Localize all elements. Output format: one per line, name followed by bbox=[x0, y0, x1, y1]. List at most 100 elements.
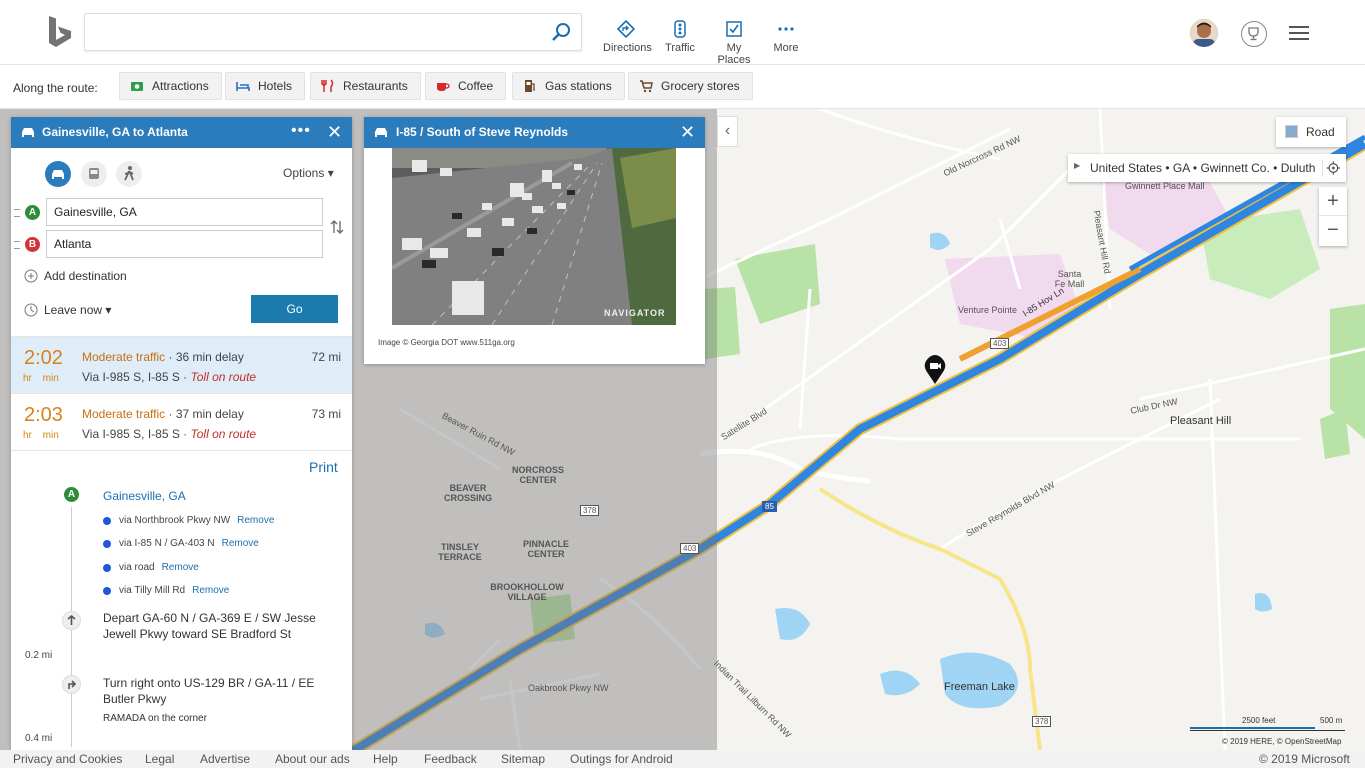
locate-me-icon[interactable] bbox=[1322, 159, 1340, 177]
chip-coffee[interactable]: Coffee bbox=[425, 72, 507, 100]
map-thumbnail-icon bbox=[1285, 125, 1298, 138]
traffic-level: Moderate traffic bbox=[82, 407, 166, 421]
remove-via-link[interactable]: Remove bbox=[237, 515, 274, 526]
footer-link[interactable]: Sitemap bbox=[501, 752, 545, 766]
drag-handle-icon[interactable] bbox=[14, 209, 20, 217]
arrow-up-icon bbox=[62, 611, 81, 630]
bed-icon bbox=[236, 82, 250, 91]
map-label-beaver-crossing: BEAVER CROSSING bbox=[443, 483, 492, 503]
map-style-label: Road bbox=[1306, 125, 1335, 139]
directions-close-icon[interactable]: ✕ bbox=[327, 122, 342, 143]
expand-arrow-icon[interactable]: ▶ bbox=[1074, 161, 1080, 170]
map-style-road-button[interactable]: Road bbox=[1276, 117, 1346, 147]
car-icon bbox=[52, 170, 64, 179]
footer-link[interactable]: Privacy and Cookies bbox=[13, 752, 122, 766]
from-input[interactable]: Gainesville, GA bbox=[46, 198, 323, 226]
directions-title: Gainesville, GA to Atlanta bbox=[42, 125, 188, 139]
remove-via-link[interactable]: Remove bbox=[222, 538, 259, 549]
shopping-cart-icon bbox=[640, 80, 653, 93]
route-distance: 72 mi bbox=[311, 350, 341, 364]
traffic-delay: · 37 min delay bbox=[165, 407, 244, 421]
nav-more[interactable]: More bbox=[771, 20, 801, 56]
chip-grocery-stores[interactable]: Grocery stores bbox=[628, 72, 753, 100]
map-attribution: © 2019 HERE, © OpenStreetMap bbox=[1222, 737, 1342, 746]
nav-my-places[interactable]: My Places bbox=[710, 20, 758, 66]
rewards-trophy-icon[interactable] bbox=[1241, 21, 1267, 47]
search-icon[interactable] bbox=[549, 21, 573, 45]
route-traffic: Moderate traffic · 37 min delay bbox=[82, 407, 244, 421]
avatar[interactable] bbox=[1190, 19, 1218, 47]
search-box bbox=[84, 13, 582, 51]
footer-link[interactable]: Outings for Android bbox=[570, 752, 673, 766]
route-shield-378: 378 bbox=[580, 505, 600, 516]
print-link[interactable]: Print bbox=[309, 459, 338, 475]
along-route-label: Along the route: bbox=[13, 81, 98, 95]
zoom-out-button[interactable]: − bbox=[1319, 216, 1347, 245]
via-dot-icon bbox=[103, 564, 111, 572]
coffee-cup-icon bbox=[437, 83, 450, 91]
camera-icon bbox=[131, 82, 143, 91]
chip-restaurants[interactable]: Restaurants bbox=[310, 72, 421, 100]
route-option-1[interactable]: 2:02 hr min Moderate traffic · 36 min de… bbox=[11, 336, 352, 393]
directions-header: Gainesville, GA to Atlanta ••• ✕ bbox=[11, 117, 352, 148]
mode-transit-button[interactable] bbox=[81, 161, 107, 187]
traffic-camera-pin-icon[interactable] bbox=[922, 355, 948, 385]
via-point-text: via Tilly Mill Rd bbox=[119, 585, 186, 596]
copyright: © 2019 Microsoft bbox=[1259, 752, 1350, 766]
chip-hotels[interactable]: Hotels bbox=[225, 72, 306, 100]
camera-watermark: NAVIGATOR bbox=[604, 308, 666, 318]
route-option-2[interactable]: 2:03 hr min Moderate traffic · 37 min de… bbox=[11, 393, 352, 450]
nav-more-label: More bbox=[773, 42, 799, 54]
add-destination-button[interactable]: Add destination bbox=[24, 269, 127, 283]
swap-icon[interactable] bbox=[330, 219, 344, 235]
toll-note: Toll on route bbox=[190, 427, 257, 441]
chip-grocery-stores-label: Grocery stores bbox=[661, 79, 740, 93]
footer-link[interactable]: About our ads bbox=[275, 752, 350, 766]
via-dot-icon bbox=[103, 587, 111, 595]
map-label-gwinnett-place: Gwinnett Place Mall bbox=[1125, 181, 1205, 191]
chip-attractions[interactable]: Attractions bbox=[119, 72, 222, 100]
collapse-panel-button[interactable]: ‹ bbox=[717, 116, 738, 147]
route-via: Via I-985 S, I-85 S · Toll on route bbox=[82, 370, 256, 384]
remove-via-link[interactable]: Remove bbox=[192, 585, 229, 596]
scale-feet: 2500 feet bbox=[1242, 716, 1276, 725]
traffic-delay: · 36 min delay bbox=[165, 350, 244, 364]
divider bbox=[11, 450, 352, 451]
footer-link[interactable]: Help bbox=[373, 752, 398, 766]
car-icon bbox=[375, 128, 387, 137]
nav-traffic[interactable]: Traffic bbox=[665, 20, 695, 56]
remove-via-link[interactable]: Remove bbox=[162, 562, 199, 573]
chip-gas-stations-label: Gas stations bbox=[545, 79, 612, 93]
go-button[interactable]: Go bbox=[251, 295, 338, 323]
zoom-in-button[interactable]: + bbox=[1319, 187, 1347, 216]
chip-gas-stations[interactable]: Gas stations bbox=[512, 72, 625, 100]
to-input[interactable]: Atlanta bbox=[46, 230, 323, 258]
search-input[interactable] bbox=[95, 22, 535, 42]
menu-hamburger-icon[interactable] bbox=[1289, 26, 1309, 40]
step-instruction[interactable]: Depart GA-60 N / GA-369 E / SW Jesse Jew… bbox=[103, 610, 343, 642]
start-badge: A bbox=[64, 487, 79, 502]
options-label: Options bbox=[283, 166, 325, 180]
footer-link[interactable]: Feedback bbox=[424, 752, 477, 766]
mode-drive-button[interactable] bbox=[45, 161, 71, 187]
along-route-bar: Along the route: Attractions Hotels Rest… bbox=[0, 65, 1365, 109]
options-dropdown[interactable]: Options ▾ bbox=[283, 166, 334, 180]
map-label-freeman-lake: Freeman Lake bbox=[944, 681, 1015, 693]
drag-handle-icon[interactable] bbox=[14, 241, 20, 249]
leave-now-dropdown[interactable]: Leave now ▾ bbox=[24, 303, 111, 317]
mode-walk-button[interactable] bbox=[116, 161, 142, 187]
plus-circle-icon bbox=[24, 269, 38, 283]
footer-link[interactable]: Legal bbox=[145, 752, 174, 766]
bing-logo[interactable] bbox=[47, 16, 73, 50]
via-dot-icon bbox=[103, 540, 111, 548]
footer-link[interactable]: Advertise bbox=[200, 752, 250, 766]
location-breadcrumb[interactable]: ▶ United States • GA • Gwinnett Co. • Du… bbox=[1068, 154, 1346, 182]
route-time-units: hr min bbox=[23, 430, 59, 441]
waypoint-b-badge: B bbox=[25, 237, 40, 252]
camera-close-icon[interactable]: ✕ bbox=[680, 122, 695, 143]
nav-directions[interactable]: Directions bbox=[603, 20, 652, 56]
start-location-link[interactable]: Gainesville, GA bbox=[103, 489, 186, 503]
step-instruction[interactable]: Turn right onto US-129 BR / GA-11 / EE B… bbox=[103, 675, 343, 707]
directions-more-icon[interactable]: ••• bbox=[291, 122, 311, 140]
route-time: 2:03 bbox=[24, 404, 63, 426]
